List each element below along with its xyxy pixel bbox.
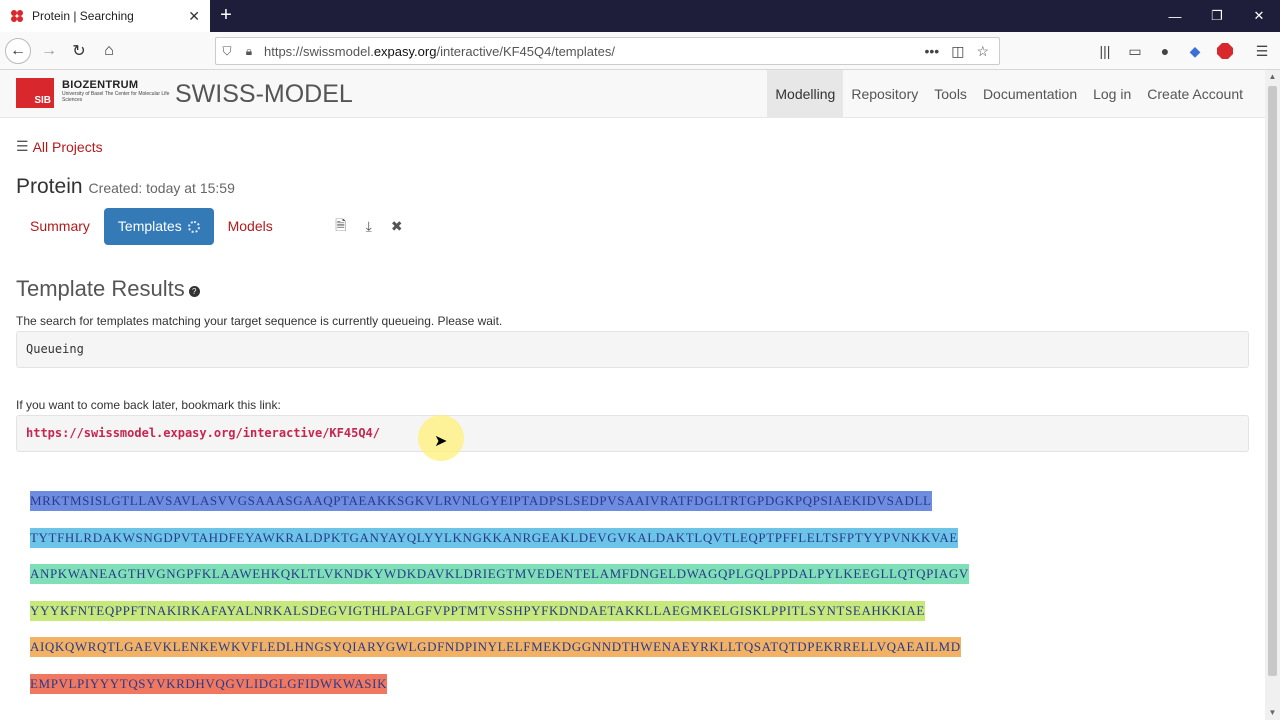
nav-create-account[interactable]: Create Account <box>1139 70 1251 118</box>
tab-title: Protein | Searching <box>32 9 134 23</box>
sequence-text: TYTFHLRDAKWSNGDPVTAHDFEYAWKRALDPKTGANYAY… <box>30 527 958 548</box>
file-icon[interactable]: 🗎 <box>327 215 355 239</box>
scroll-down-icon[interactable]: ▼ <box>1265 706 1280 720</box>
sequence-view: MRKTMSISLGTLLAVSAVLASVVGSAAASGAAQPTAEAKK… <box>30 483 1230 702</box>
help-icon[interactable]: ? <box>188 286 200 297</box>
tab-summary[interactable]: Summary <box>16 208 104 245</box>
sequence-row: TYTFHLRDAKWSNGDPVTAHDFEYAWKRALDPKTGANYAY… <box>30 520 1230 557</box>
sequence-text: MRKTMSISLGTLLAVSAVLASVVGSAAASGAAQPTAEAKK… <box>30 491 932 512</box>
browser-tabbar: Protein | Searching ✕ + — ❐ ✕ <box>0 0 1280 32</box>
nav-documentation[interactable]: Documentation <box>975 70 1085 118</box>
nav-repository[interactable]: Repository <box>843 70 926 118</box>
sequence-row: MRKTMSISLGTLLAVSAVLASVVGSAAASGAAQPTAEAKK… <box>30 483 1230 520</box>
main-nav: Modelling Repository Tools Documentation… <box>767 70 1251 118</box>
download-icon[interactable]: ⤓ <box>355 218 383 235</box>
sequence-text: AIQKQWRQTLGAEVKLENKEWKVFLEDLHNGSYQIARYGW… <box>30 637 961 658</box>
spinner-icon <box>187 221 200 233</box>
restore-icon[interactable]: ❐ <box>1194 0 1240 32</box>
sequence-row: AIQKQWRQTLGAEVKLENKEWKVFLEDLHNGSYQIARYGW… <box>30 629 1230 666</box>
tab-close-icon[interactable]: ✕ <box>188 8 200 25</box>
browser-navbar: ← → ↻ ⌂ ⛉ 🔒︎ https://swissmodel.expasy.o… <box>0 32 1280 70</box>
adblock-icon[interactable] <box>1215 41 1235 61</box>
forward-icon[interactable]: → <box>36 38 62 64</box>
page-actions-icon[interactable]: ••• <box>924 43 939 60</box>
queue-message: The search for templates matching your t… <box>16 314 503 328</box>
project-tabs: Summary Templates Models 🗎 ⤓ ✖ <box>16 208 411 245</box>
sequence-row: YYYKFNTEQPPFTNAKIRKAFAYALNRKALSDEGVIGTHL… <box>30 593 1230 630</box>
sidebar-icon[interactable]: ▭ <box>1125 41 1145 61</box>
bookmark-link[interactable]: https://swissmodel.expasy.org/interactiv… <box>16 415 1249 452</box>
tab-templates[interactable]: Templates <box>103 208 214 245</box>
mouse-cursor-icon: ➤ <box>434 433 448 450</box>
nav-tools[interactable]: Tools <box>926 70 975 118</box>
nav-modelling[interactable]: Modelling <box>767 70 844 118</box>
biozentrum-logo[interactable]: BIOZENTRUM University of Basel The Cente… <box>62 79 174 103</box>
brand-title[interactable]: SWISS-MODEL <box>175 80 353 109</box>
new-tab-icon[interactable]: + <box>214 4 238 28</box>
window-close-icon[interactable]: ✕ <box>1236 0 1280 32</box>
scroll-up-icon[interactable]: ▲ <box>1265 70 1280 84</box>
page-scrollbar[interactable]: ▲ ▼ <box>1265 70 1280 720</box>
swissmodel-favicon-icon <box>11 10 23 22</box>
status-box: Queueing <box>16 331 1249 368</box>
back-icon[interactable]: ← <box>5 38 31 64</box>
page: SIB BIOZENTRUM University of Basel The C… <box>0 70 1265 720</box>
delete-icon[interactable]: ✖ <box>383 218 411 235</box>
sequence-text: ANPKWANEAGTHVGNGPFKLAAWEHKQKLTLVKNDKYWDK… <box>30 564 969 585</box>
bookmark-star-icon[interactable]: ☆ <box>976 43 989 60</box>
home-icon[interactable]: ⌂ <box>96 38 122 64</box>
menu-icon[interactable]: ☰ <box>1252 41 1272 61</box>
template-results-title: Template Results? <box>16 276 200 302</box>
shield-icon[interactable]: ⛉ <box>216 44 238 59</box>
tab-models[interactable]: Models <box>214 208 287 245</box>
minimize-icon[interactable]: — <box>1152 0 1198 32</box>
sequence-row: EMPVLPIYYYTQSYVKRDHVQGVLIDGLGFIDWKWASIK <box>30 666 1230 703</box>
browser-tab[interactable]: Protein | Searching ✕ <box>0 0 210 32</box>
list-icon: ☰ <box>16 138 29 154</box>
nav-login[interactable]: Log in <box>1085 70 1139 118</box>
url-bar[interactable]: ⛉ 🔒︎ https://swissmodel.expasy.org/inter… <box>215 37 1000 65</box>
url-text[interactable]: https://swissmodel.expasy.org/interactiv… <box>260 44 924 59</box>
sequence-text: YYYKFNTEQPPFTNAKIRKAFAYALNRKALSDEGVIGTHL… <box>30 600 925 621</box>
sib-logo[interactable]: SIB <box>16 78 54 108</box>
project-created: Created: today at 15:59 <box>88 180 235 196</box>
scroll-thumb[interactable] <box>1268 86 1277 676</box>
library-icon[interactable]: ||| <box>1095 41 1115 61</box>
lock-icon[interactable]: 🔒︎ <box>238 44 260 59</box>
reload-icon[interactable]: ↻ <box>66 38 92 64</box>
account-icon[interactable]: ● <box>1155 41 1175 61</box>
site-header: SIB BIOZENTRUM University of Basel The C… <box>0 70 1265 118</box>
extension-icon[interactable]: ◆ <box>1185 41 1205 61</box>
bookmark-message: If you want to come back later, bookmark… <box>16 398 281 412</box>
sequence-text: EMPVLPIYYYTQSYVKRDHVQGVLIDGLGFIDWKWASIK <box>30 673 388 694</box>
sequence-row: ANPKWANEAGTHVGNGPFKLAAWEHKQKLTLVKNDKYWDK… <box>30 556 1230 593</box>
pocket-icon[interactable]: ◫ <box>951 43 964 60</box>
all-projects-link[interactable]: ☰ All Projects <box>16 138 103 155</box>
project-title: Protein Created: today at 15:59 <box>16 175 235 198</box>
